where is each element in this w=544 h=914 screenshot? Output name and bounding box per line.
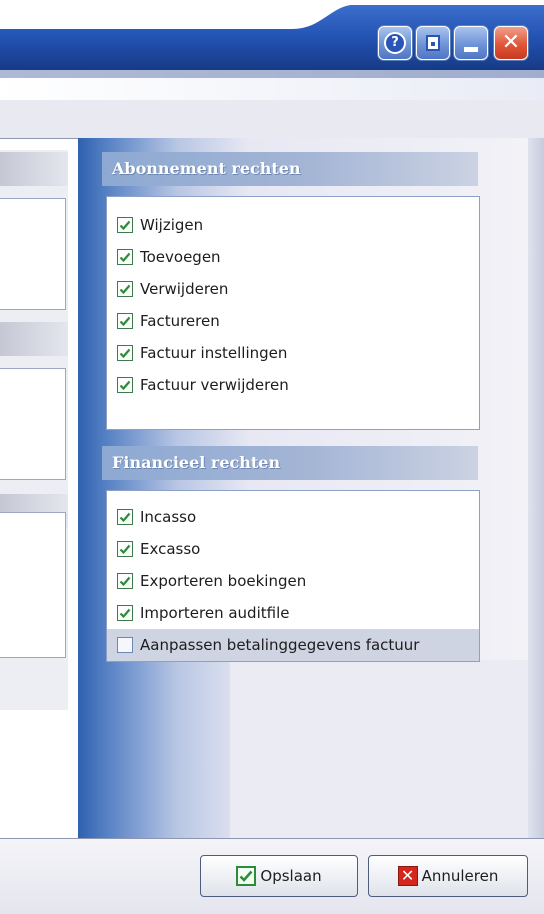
checkbox[interactable] xyxy=(117,249,133,265)
minimize-button[interactable] xyxy=(454,26,488,60)
checkmark-icon xyxy=(119,608,131,619)
checkbox[interactable] xyxy=(117,345,133,361)
checkbox-item-verwijderen[interactable]: Verwijderen xyxy=(107,273,479,305)
checkbox-item-importeren-auditfile[interactable]: Importeren auditfile xyxy=(107,597,479,629)
checkmark-icon xyxy=(119,284,131,295)
checkbox-label: Aanpassen betalinggegevens factuur xyxy=(140,636,420,654)
checkbox-item-factuur-instellingen[interactable]: Factuur instellingen xyxy=(107,337,479,369)
checkbox-item-wijzigen[interactable]: Wijzigen xyxy=(107,209,479,241)
close-button[interactable]: ✕ xyxy=(494,26,528,60)
checkmark-icon xyxy=(119,380,131,391)
restore-icon xyxy=(426,35,440,51)
checkbox[interactable] xyxy=(117,605,133,621)
minimize-icon xyxy=(464,46,478,52)
left-section-box-1 xyxy=(0,198,66,310)
save-button[interactable]: Opslaan xyxy=(200,855,358,897)
checkbox-label: Wijzigen xyxy=(140,216,204,234)
checkmark-icon xyxy=(119,252,131,263)
checkbox[interactable] xyxy=(117,573,133,589)
help-icon: ? xyxy=(384,32,406,54)
checkbox-item-exporteren-boekingen[interactable]: Exporteren boekingen xyxy=(107,565,479,597)
checkbox-item-toevoegen[interactable]: Toevoegen xyxy=(107,241,479,273)
checkbox[interactable] xyxy=(117,541,133,557)
checkbox[interactable] xyxy=(117,377,133,393)
window-right-border xyxy=(528,138,544,838)
checkmark-icon xyxy=(119,316,131,327)
checkmark-icon xyxy=(119,544,131,555)
cancel-icon: ✕ xyxy=(397,866,418,886)
abonnement-rechten-list: Wijzigen Toevoegen Verwijderen Facturere… xyxy=(106,196,480,430)
left-section-box-2 xyxy=(0,368,66,480)
checkbox-item-factuur-verwijderen[interactable]: Factuur verwijderen xyxy=(107,369,479,401)
checkbox-label: Exporteren boekingen xyxy=(140,572,307,590)
left-section-box-3 xyxy=(0,512,66,658)
checkbox[interactable] xyxy=(117,217,133,233)
checkbox-label: Importeren auditfile xyxy=(140,604,290,622)
dialog-button-bar: Opslaan ✕ Annuleren xyxy=(0,838,544,914)
checkbox-label: Verwijderen xyxy=(140,280,229,298)
checkbox-item-excasso[interactable]: Excasso xyxy=(107,533,479,565)
title-bar: ? ✕ xyxy=(0,0,544,100)
checkbox-label: Toevoegen xyxy=(140,248,221,266)
restore-button[interactable] xyxy=(416,26,450,60)
close-icon: ✕ xyxy=(501,30,521,55)
cancel-button-label: Annuleren xyxy=(421,867,499,885)
checkbox[interactable] xyxy=(117,281,133,297)
toolbar-strip xyxy=(0,100,544,138)
checkbox-label: Factuur verwijderen xyxy=(140,376,289,394)
rights-panel-lower-fill xyxy=(230,660,528,838)
checkbox-item-aanpassen-betalinggegevens-factuur[interactable]: Aanpassen betalinggegevens factuur xyxy=(107,629,479,661)
checkbox[interactable] xyxy=(117,313,133,329)
left-section-header-1 xyxy=(0,152,68,186)
checkbox-item-factureren[interactable]: Factureren xyxy=(107,305,479,337)
cancel-button[interactable]: ✕ Annuleren xyxy=(368,855,528,897)
checkmark-glyph xyxy=(239,870,253,882)
checkmark-icon xyxy=(236,866,257,886)
checkbox-label: Factureren xyxy=(140,312,220,330)
abonnement-rechten-header: Abonnement rechten xyxy=(102,152,478,186)
checkbox[interactable] xyxy=(117,637,133,653)
financieel-rechten-list: Incasso Excasso Exporteren boekingen Imp… xyxy=(106,490,480,662)
checkmark-icon xyxy=(119,512,131,523)
checkbox-label: Excasso xyxy=(140,540,201,558)
financieel-rechten-header: Financieel rechten xyxy=(102,446,478,480)
checkbox[interactable] xyxy=(117,509,133,525)
checkmark-icon xyxy=(119,576,131,587)
left-section-header-2 xyxy=(0,322,68,356)
checkmark-icon xyxy=(119,220,131,231)
help-button[interactable]: ? xyxy=(378,26,412,60)
save-button-label: Opslaan xyxy=(260,867,322,885)
checkmark-icon xyxy=(119,348,131,359)
checkbox-label: Incasso xyxy=(140,508,197,526)
checkbox-item-incasso[interactable]: Incasso xyxy=(107,501,479,533)
checkbox-label: Factuur instellingen xyxy=(140,344,288,362)
